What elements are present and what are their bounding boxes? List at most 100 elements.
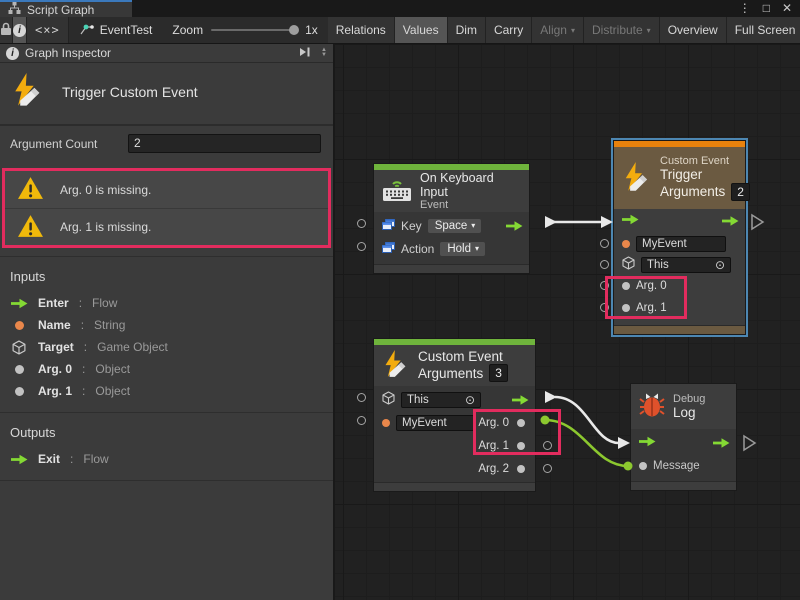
distribute-button[interactable]: Distribute▾ [584, 17, 660, 43]
overview-button[interactable]: Overview [660, 17, 727, 43]
custom-event-icon [382, 350, 410, 381]
key-dropdown[interactable]: Space▾ [428, 219, 482, 233]
port-row: Enter:Flow [0, 292, 333, 314]
chevron-down-icon: ▾ [475, 244, 479, 253]
argument-count-badge: 2 [731, 183, 750, 201]
trigger-args-annotation-box [605, 276, 687, 319]
target-picker-icon[interactable]: ⊙ [715, 258, 725, 272]
custom-event-icon [622, 162, 652, 195]
target-row: This⊙ [614, 254, 745, 275]
string-dot-icon [622, 240, 630, 248]
script-graph-icon [8, 2, 21, 17]
value-port[interactable] [543, 464, 552, 473]
panel-spinner[interactable]: ▲▼ [321, 48, 327, 58]
zoom-value: 1x [305, 23, 318, 37]
flow-in-port[interactable] [622, 214, 639, 228]
relations-button[interactable]: Relations [328, 17, 395, 43]
event-name-field[interactable]: MyEvent [396, 415, 476, 431]
full-screen-button[interactable]: Full Screen [727, 17, 800, 43]
value-port[interactable] [357, 219, 366, 228]
flow-row [614, 209, 745, 233]
graph-breadcrumb[interactable]: EventTest [69, 17, 163, 43]
node-header: Custom Event Trigger Arguments 2 [614, 147, 745, 209]
enum-icon [382, 242, 395, 256]
inputs-section: Inputs Enter:Flow Name:String Target:Gam… [0, 256, 333, 412]
align-button[interactable]: Align▾ [532, 17, 584, 43]
value-port[interactable] [357, 393, 366, 402]
node-body: Message [631, 429, 736, 481]
lock-button[interactable] [0, 17, 13, 43]
maximize-icon[interactable]: □ [757, 0, 776, 17]
target-field[interactable]: This⊙ [641, 257, 731, 273]
carry-button[interactable]: Carry [486, 17, 532, 43]
inspector-title: Graph Inspector [25, 46, 293, 60]
port-row: Name:String [0, 314, 333, 336]
flow-out-port[interactable] [713, 438, 730, 449]
value-port[interactable] [600, 260, 609, 269]
outputs-header: Outputs [0, 421, 333, 448]
message-row: Message [631, 455, 736, 477]
outputs-section: Outputs Exit:Flow [0, 412, 333, 481]
menu-icon[interactable]: ⋮ [733, 0, 757, 17]
node-title: Trigger [660, 167, 750, 183]
target-field[interactable]: This⊙ [401, 392, 481, 408]
unit-title-block: Trigger Custom Event [0, 63, 333, 126]
graph-canvas[interactable]: On Keyboard Input Event Key Space▾ Actio… [335, 44, 800, 600]
inspector-toggle-button[interactable]: i [13, 17, 27, 43]
flow-out-port[interactable] [506, 220, 523, 231]
target-picker-icon[interactable]: ⊙ [465, 393, 475, 407]
action-label: Action [401, 242, 434, 256]
code-view-button[interactable]: <×> [27, 17, 69, 43]
argument-count-field[interactable]: 2 [128, 134, 321, 153]
chevron-down-icon: ▾ [471, 221, 475, 230]
close-icon[interactable]: ✕ [776, 0, 798, 17]
port-row: Arg. 1:Object [0, 380, 333, 402]
object-dot-icon [10, 387, 28, 396]
chevron-down-icon: ▾ [571, 26, 575, 35]
tab-bar: Script Graph ⋮ □ ✕ [0, 0, 800, 17]
node-on-keyboard-input[interactable]: On Keyboard Input Event Key Space▾ Actio… [373, 163, 530, 274]
warning-icon [17, 176, 44, 203]
flow-arrow-icon [10, 454, 28, 465]
arg-out-row: Arg. 2 [478, 457, 525, 480]
tab-script-graph[interactable]: Script Graph [0, 0, 132, 17]
custom-event-icon [10, 73, 46, 110]
flow-wire-keyboard-to-trigger[interactable] [545, 216, 613, 228]
unity-script-graph-window: Script Graph ⋮ □ ✕ i <×> EventTest [0, 0, 800, 600]
dock-icon[interactable] [299, 46, 311, 60]
action-dropdown[interactable]: Hold▾ [440, 242, 485, 256]
receiver-args-annotation-box [473, 409, 561, 455]
relation-arrow-icon [744, 436, 755, 450]
graph-icon [79, 22, 94, 38]
gameobject-cube-icon [622, 256, 635, 273]
port-row: Exit:Flow [0, 448, 333, 470]
zoom-slider[interactable] [211, 29, 297, 31]
argument-count-row: Argument Count 2 [0, 126, 333, 163]
message-label: Message [653, 460, 700, 472]
node-footer [374, 482, 535, 491]
node-debug-log[interactable]: Debug Log Message [630, 383, 737, 491]
value-port[interactable] [357, 416, 366, 425]
warning-row: Arg. 0 is missing. [5, 171, 328, 208]
event-name-field[interactable]: MyEvent [636, 236, 726, 252]
node-title: On Keyboard Input [420, 171, 521, 199]
string-dot-icon [10, 321, 28, 330]
flow-in-port[interactable] [639, 436, 656, 450]
port-row: Arg. 0:Object [0, 358, 333, 380]
flow-row [631, 431, 736, 455]
gameobject-cube-icon [10, 340, 28, 355]
flow-out-port[interactable] [722, 216, 739, 227]
dim-button[interactable]: Dim [448, 17, 486, 43]
enum-icon [382, 219, 395, 233]
value-port[interactable] [600, 239, 609, 248]
zoom-slider-handle[interactable] [289, 25, 299, 35]
node-kind: Debug [673, 393, 705, 405]
flow-out-port[interactable] [512, 394, 529, 405]
graph-name-label: EventTest [100, 23, 153, 37]
object-dot-icon [639, 462, 647, 470]
node-footer [374, 264, 529, 273]
value-port[interactable] [357, 242, 366, 251]
node-header: Debug Log [631, 384, 736, 429]
values-button[interactable]: Values [395, 17, 448, 43]
node-arguments-line: Arguments 2 [660, 183, 750, 201]
